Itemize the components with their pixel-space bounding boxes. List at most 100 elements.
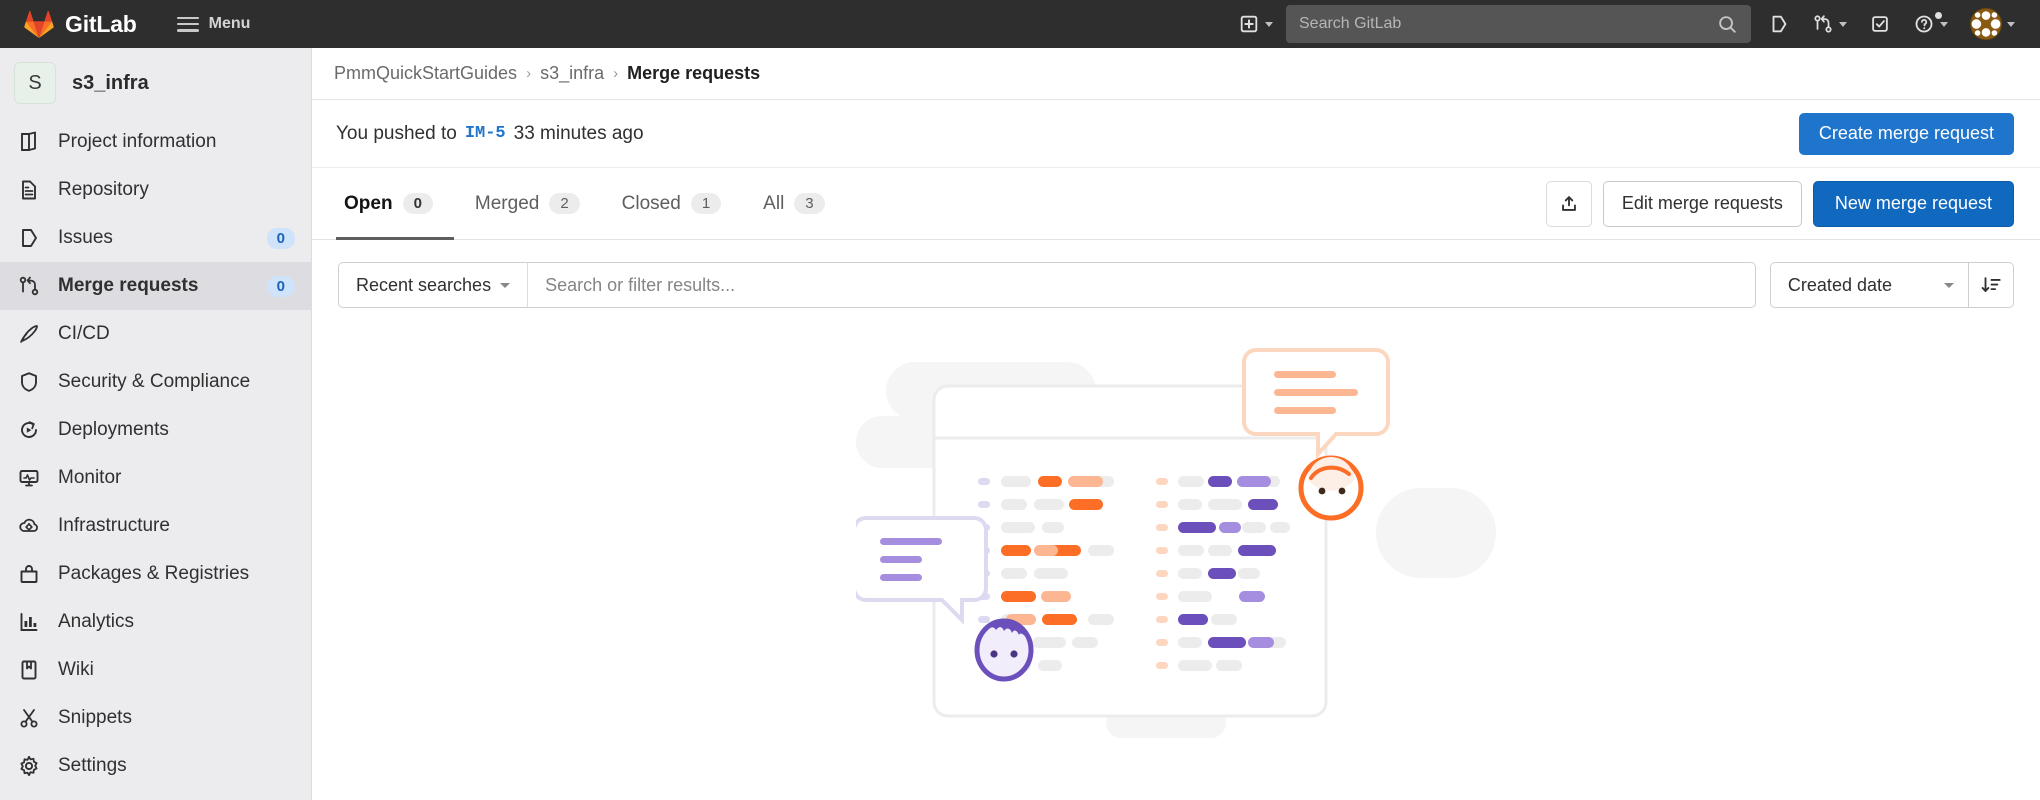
sort-controls: Created date xyxy=(1770,262,2014,308)
sidebar-item-ci-cd[interactable]: CI/CD xyxy=(0,310,311,358)
merge-requests-dropdown[interactable] xyxy=(1801,0,1858,48)
todos-link[interactable] xyxy=(1858,0,1902,48)
tab-merged[interactable]: Merged 2 xyxy=(454,168,601,240)
sidebar-item-label: Security & Compliance xyxy=(58,371,295,393)
help-notification-dot xyxy=(1934,11,1943,20)
create-new-dropdown[interactable] xyxy=(1227,0,1284,48)
chevron-down-icon xyxy=(1839,22,1847,27)
sidebar-item-label: CI/CD xyxy=(58,323,295,345)
gitlab-home-link[interactable]: GitLab xyxy=(24,10,137,38)
chart-bar-icon xyxy=(17,610,41,634)
issues-icon xyxy=(1768,13,1790,35)
breadcrumb: PmmQuickStartGuides › s3_infra › Merge r… xyxy=(312,48,2040,100)
sidebar-item-badge: 0 xyxy=(267,276,295,297)
sidebar-item-label: Infrastructure xyxy=(58,515,295,537)
sort-by-dropdown[interactable]: Created date xyxy=(1770,262,1968,308)
book-icon xyxy=(17,130,41,154)
tab-label: Merged xyxy=(475,193,539,215)
main-content: PmmQuickStartGuides › s3_infra › Merge r… xyxy=(312,48,2040,800)
create-merge-request-button[interactable]: Create merge request xyxy=(1799,113,2014,155)
pushed-branch-link[interactable]: IM-5 xyxy=(465,124,506,143)
sidebar-item-repository[interactable]: Repository xyxy=(0,166,311,214)
top-navigation-bar: GitLab Menu xyxy=(0,0,2040,48)
gear-icon xyxy=(17,754,41,778)
sidebar-nav-list: Project informationRepositoryIssues0Merg… xyxy=(0,118,311,790)
tab-open[interactable]: Open 0 xyxy=(336,168,454,240)
chevron-down-icon xyxy=(500,283,510,288)
recent-searches-dropdown[interactable]: Recent searches xyxy=(339,263,528,307)
chevron-down-icon xyxy=(2007,22,2015,27)
user-menu-dropdown[interactable] xyxy=(1959,0,2026,48)
tab-count: 2 xyxy=(549,193,579,214)
sidebar-item-wiki[interactable]: Wiki xyxy=(0,646,311,694)
project-name: s3_infra xyxy=(72,72,149,95)
recent-push-banner: You pushed to IM-5 33 minutes ago Create… xyxy=(312,100,2040,168)
project-avatar: S xyxy=(14,62,56,104)
breadcrumb-item-project[interactable]: s3_infra xyxy=(540,63,604,84)
export-upload-icon xyxy=(1558,193,1580,215)
user-identicon-avatar xyxy=(1970,8,2002,40)
sort-by-label: Created date xyxy=(1788,275,1892,296)
sidebar-item-merge-requests[interactable]: Merge requests0 xyxy=(0,262,311,310)
sidebar-item-infrastructure[interactable]: Infrastructure xyxy=(0,502,311,550)
export-merge-requests-button[interactable] xyxy=(1546,181,1592,227)
gitlab-tanuki-logo xyxy=(24,10,54,38)
recent-searches-label: Recent searches xyxy=(356,275,491,296)
merge-request-icon xyxy=(17,274,41,298)
sidebar-item-monitor[interactable]: Monitor xyxy=(0,454,311,502)
sidebar-item-label: Issues xyxy=(58,227,250,249)
tabs-list: Open 0 Merged 2 Closed 1 All3 xyxy=(336,168,846,240)
sidebar-item-analytics[interactable]: Analytics xyxy=(0,598,311,646)
sidebar-item-packages-registries[interactable]: Packages & Registries xyxy=(0,550,311,598)
tab-all[interactable]: All3 xyxy=(742,168,845,240)
breadcrumb-item-current: Merge requests xyxy=(627,63,760,84)
gitlab-wordmark: GitLab xyxy=(65,11,137,38)
sidebar-item-label: Monitor xyxy=(58,467,295,489)
merge-request-state-tabs: Open 0 Merged 2 Closed 1 All3 Edit merge reque… xyxy=(312,168,2040,240)
todo-check-icon xyxy=(1869,13,1891,35)
sidebar-item-security-compliance[interactable]: Security & Compliance xyxy=(0,358,311,406)
global-search-box[interactable] xyxy=(1286,5,1751,43)
tab-count: 1 xyxy=(691,193,721,214)
search-input[interactable] xyxy=(1299,15,1716,33)
cloud-gear-icon xyxy=(17,514,41,538)
sidebar-item-label: Wiki xyxy=(58,659,295,681)
project-sidebar: S s3_infra Project information Repository… xyxy=(0,48,312,800)
plus-square-icon xyxy=(1238,13,1260,35)
tab-count: 3 xyxy=(794,193,824,214)
sidebar-item-issues[interactable]: Issues 0 xyxy=(0,214,311,262)
top-navigation-actions xyxy=(1227,0,2040,48)
filter-search-input[interactable] xyxy=(528,263,1755,307)
help-dropdown[interactable] xyxy=(1902,0,1959,48)
issues-icon xyxy=(17,226,41,250)
document-icon xyxy=(17,178,41,202)
issues-link[interactable] xyxy=(1757,0,1801,48)
sidebar-project-header[interactable]: S s3_infra xyxy=(0,48,311,116)
push-message-suffix: 33 minutes ago xyxy=(514,123,644,145)
sidebar-item-label: Deployments xyxy=(58,419,295,441)
tab-label: Open xyxy=(344,193,393,215)
sidebar-item-settings[interactable]: Settings xyxy=(0,742,311,790)
search-filter-box[interactable]: Recent searches xyxy=(338,262,1756,308)
breadcrumb-item-group[interactable]: PmmQuickStartGuides xyxy=(334,63,517,84)
deployments-icon xyxy=(17,418,41,442)
sidebar-item-badge: 0 xyxy=(267,228,295,249)
main-menu-button[interactable]: Menu xyxy=(167,9,261,39)
orange-avatar-face xyxy=(1301,457,1361,518)
sidebar-item-project-information[interactable]: Project information xyxy=(0,118,311,166)
sidebar-item-label: Repository xyxy=(58,179,295,201)
empty-state xyxy=(312,330,2040,800)
chevron-down-icon xyxy=(1940,22,1948,27)
sidebar-item-label: Packages & Registries xyxy=(58,563,295,585)
tab-closed[interactable]: Closed 1 xyxy=(601,168,743,240)
edit-merge-requests-button[interactable]: Edit merge requests xyxy=(1603,181,1802,227)
tab-count: 0 xyxy=(403,193,433,214)
new-merge-request-button[interactable]: New merge request xyxy=(1813,181,2014,227)
sidebar-item-label: Snippets xyxy=(58,707,295,729)
purple-avatar-face xyxy=(977,621,1031,679)
search-icon xyxy=(1716,13,1738,35)
sort-direction-button[interactable] xyxy=(1968,262,2014,308)
tab-label: Closed xyxy=(622,193,681,215)
sidebar-item-deployments[interactable]: Deployments xyxy=(0,406,311,454)
sidebar-item-snippets[interactable]: Snippets xyxy=(0,694,311,742)
